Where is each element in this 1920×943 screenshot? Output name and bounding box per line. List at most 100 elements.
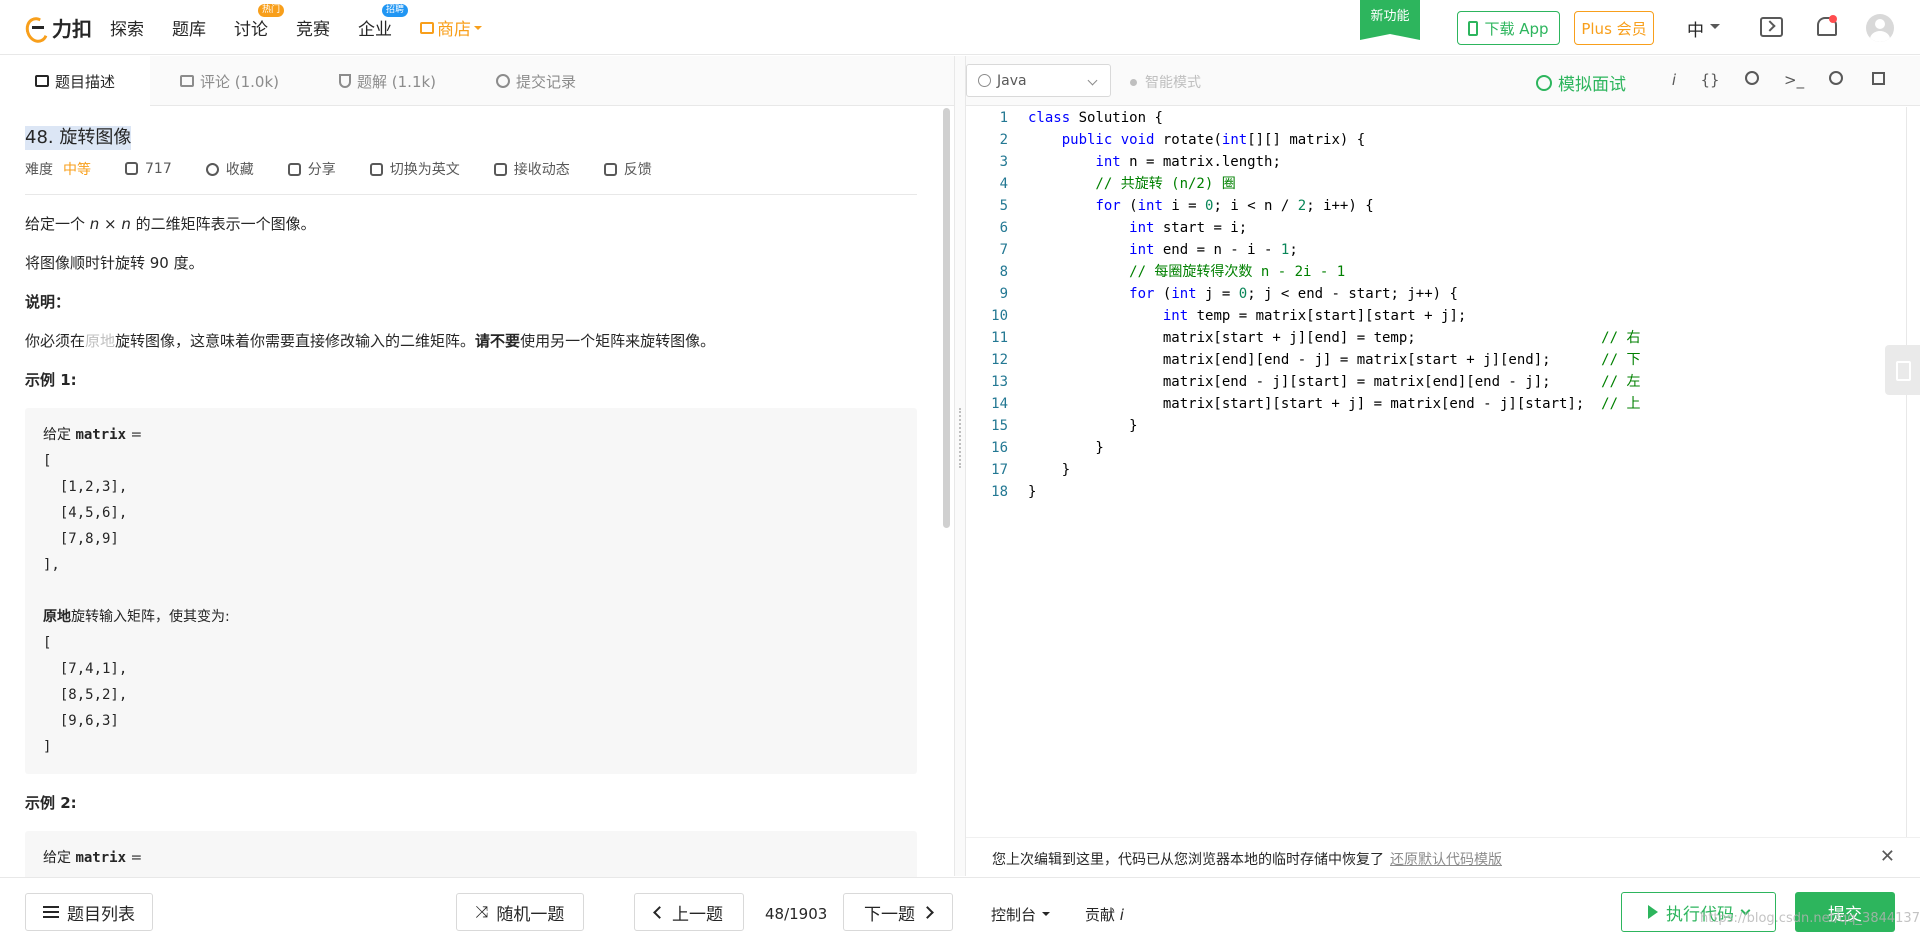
example-input-line: ], bbox=[43, 557, 60, 573]
console-toggle[interactable]: 控制台 bbox=[991, 904, 1051, 925]
share-label: 分享 bbox=[307, 162, 336, 178]
problem-list-label: 题目列表 bbox=[67, 904, 135, 925]
logo[interactable]: 力扣 bbox=[24, 13, 92, 42]
new-feature-ribbon[interactable]: 新功能 bbox=[1360, 0, 1420, 40]
tab-comments[interactable]: 评论 (1.0k) bbox=[150, 56, 309, 106]
chevron-down-icon bbox=[1087, 75, 1098, 86]
panel-resizer[interactable] bbox=[954, 56, 966, 876]
example-input-line: [1,2,3], bbox=[43, 479, 128, 495]
code-text: // 每圈旋转得次数 n - 2i - 1 bbox=[1028, 264, 1346, 280]
avatar[interactable] bbox=[1866, 14, 1894, 42]
in-place-link[interactable]: 原地 bbox=[85, 332, 115, 350]
tab-submissions[interactable]: 提交记录 bbox=[466, 56, 606, 106]
difficulty-label: 难度 bbox=[25, 162, 53, 178]
feedback-label: 反馈 bbox=[623, 162, 652, 178]
like-button[interactable]: 717 bbox=[125, 161, 172, 177]
difficulty-value: 中等 bbox=[63, 162, 91, 178]
example-2-block: 给定 matrix = bbox=[25, 831, 917, 877]
restore-notice: 您上次编辑到这里，代码已从您浏览器本地的临时存储中恢复了 还原默认代码模版 ✕ bbox=[966, 837, 1920, 877]
playground-icon[interactable] bbox=[1760, 17, 1783, 37]
text: = bbox=[126, 427, 143, 443]
code-line: 16 } bbox=[966, 437, 1906, 459]
info-icon bbox=[978, 74, 991, 87]
feedback-button[interactable]: 反馈 bbox=[603, 159, 652, 179]
code-text: for (int j = 0; j < end - start; j++) { bbox=[1129, 286, 1458, 302]
terminal-icon[interactable]: >_ bbox=[1784, 71, 1804, 89]
nav-item-explore[interactable]: 探索 bbox=[110, 15, 144, 40]
example-rotate-line: 原地旋转输入矩阵，使其变为: bbox=[43, 604, 899, 630]
chevron-right-icon bbox=[921, 905, 934, 919]
code-text: matrix[start][start + j] = matrix[end - … bbox=[1028, 396, 1641, 412]
text: 给定 bbox=[43, 427, 76, 443]
example-output-line: [7,4,1], bbox=[43, 661, 128, 677]
code-line: 1 class Solution { bbox=[966, 107, 1906, 129]
code-editor[interactable]: 1 class Solution { 2 public void rotate(i… bbox=[966, 107, 1906, 837]
prev-problem-button[interactable]: 上一题 bbox=[634, 893, 744, 931]
code-line: 12 matrix[end][end - j] = matrix[start +… bbox=[966, 349, 1906, 371]
code-line: 7 int end = n - i - 1; bbox=[966, 239, 1906, 261]
language-select-value: Java bbox=[997, 72, 1027, 89]
reset-icon[interactable] bbox=[1742, 71, 1762, 89]
flask-icon bbox=[339, 74, 352, 88]
example-2-heading: 示例 2: bbox=[25, 794, 77, 812]
code-line: 6 int start = i; bbox=[966, 217, 1906, 239]
chevron-left-icon bbox=[653, 905, 666, 919]
nav-item-problems[interactable]: 题库 bbox=[172, 15, 206, 40]
tab-description[interactable]: 题目描述 bbox=[0, 56, 150, 106]
nav-item-company[interactable]: 企业 招聘 bbox=[358, 4, 408, 40]
nav-item-shop[interactable]: 商店 bbox=[420, 15, 482, 40]
random-problem-button[interactable]: ⤨ 随机一题 bbox=[456, 893, 584, 931]
code-line: 9 for (int j = 0; j < end - start; j++) … bbox=[966, 283, 1906, 305]
thumbs-up-icon bbox=[125, 162, 138, 175]
note-heading: 说明： bbox=[25, 293, 71, 311]
contribute-button[interactable]: 贡献 i bbox=[1085, 904, 1124, 925]
restore-default-link[interactable]: 还原默认代码模版 bbox=[1390, 852, 1502, 868]
code-line: 17 } bbox=[966, 459, 1906, 481]
drag-handle-icon bbox=[959, 408, 962, 468]
desc-paragraph-3: 你必须在原地旋转图像，这意味着你需要直接修改输入的二维矩阵。请不要使用另一个矩阵… bbox=[25, 331, 915, 351]
language-switch[interactable]: 中 bbox=[1687, 16, 1720, 41]
translate-icon bbox=[369, 163, 383, 176]
top-nav: 力扣 探索 题库 讨论 热门 竞赛 企业 招聘 商店 新功能 下载 App Plus… bbox=[0, 0, 1920, 55]
code-text: } bbox=[1028, 418, 1138, 434]
contribute-label: 贡献 bbox=[1085, 906, 1120, 924]
difficulty: 难度 中等 bbox=[25, 159, 91, 179]
divider bbox=[25, 194, 917, 195]
play-icon bbox=[1648, 905, 1658, 919]
problem-list-button[interactable]: 题目列表 bbox=[25, 893, 153, 931]
nav-item-shop-label: 商店 bbox=[437, 20, 471, 40]
example-output-line: ] bbox=[43, 739, 52, 755]
close-icon[interactable]: ✕ bbox=[1880, 846, 1895, 867]
side-panel-toggle-icon[interactable] bbox=[1885, 345, 1920, 395]
favorite-button[interactable]: 收藏 bbox=[205, 159, 254, 179]
fullscreen-icon[interactable] bbox=[1868, 71, 1888, 89]
shuffle-icon: ⤨ bbox=[475, 902, 489, 921]
subscribe-button[interactable]: 接收动态 bbox=[493, 159, 570, 179]
like-count: 717 bbox=[145, 161, 172, 177]
switch-english-button[interactable]: 切换为英文 bbox=[369, 159, 460, 179]
line-number: 9 bbox=[999, 286, 1008, 302]
description-scrollbar[interactable] bbox=[943, 108, 950, 528]
caret-down-icon bbox=[474, 25, 482, 34]
info-italic-icon[interactable]: i bbox=[1664, 71, 1684, 89]
caret-down-icon bbox=[1042, 912, 1051, 920]
code-text: matrix[end - j][start] = matrix[end][end… bbox=[1028, 374, 1641, 390]
share-button[interactable]: 分享 bbox=[287, 159, 336, 179]
format-braces-icon[interactable]: {} bbox=[1700, 71, 1720, 89]
next-problem-button[interactable]: 下一题 bbox=[843, 893, 953, 931]
history-icon bbox=[496, 74, 511, 88]
download-app-button[interactable]: 下载 App bbox=[1457, 11, 1560, 45]
nav-item-discuss[interactable]: 讨论 热门 bbox=[234, 4, 284, 40]
plus-member-button[interactable]: Plus 会员 bbox=[1574, 11, 1654, 45]
shop-icon bbox=[420, 21, 434, 34]
notification-bell-icon[interactable] bbox=[1816, 15, 1837, 37]
smart-mode-label: 智能模式 bbox=[1145, 75, 1201, 91]
settings-gear-icon[interactable] bbox=[1826, 71, 1846, 89]
problem-index: 48/1903 bbox=[765, 905, 828, 923]
tab-solutions[interactable]: 题解 (1.1k) bbox=[309, 56, 466, 106]
language-label: 中 bbox=[1687, 21, 1704, 41]
language-select[interactable]: Java bbox=[966, 64, 1111, 97]
nav-item-contest[interactable]: 竞赛 bbox=[296, 15, 330, 40]
mock-interview-button[interactable]: 模拟面试 bbox=[1536, 70, 1626, 95]
smart-mode-toggle[interactable]: 智能模式 bbox=[1130, 72, 1201, 92]
